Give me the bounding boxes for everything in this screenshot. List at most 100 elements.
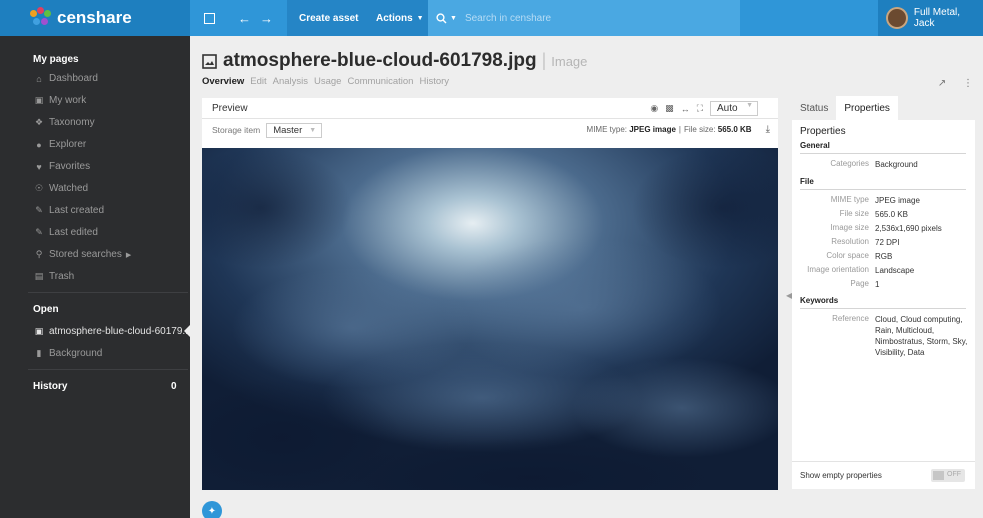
fit-width-icon[interactable]: ↔ — [681, 104, 690, 114]
property-row: Image size 2,536x1,690 pixels — [792, 223, 975, 234]
property-key: Reference — [832, 314, 869, 323]
keywords-group-title: Keywords — [800, 296, 966, 309]
brand-name: censhare — [57, 8, 132, 27]
tab-usage[interactable]: Usage — [314, 76, 341, 87]
search-placeholder: Search in censhare — [464, 12, 552, 24]
caret-right-icon: ▶ — [125, 251, 132, 259]
inbox-icon: ▣ — [34, 95, 44, 105]
sidebar-toggle-icon[interactable] — [204, 0, 215, 36]
storage-item-select[interactable]: Master ▼ — [266, 122, 323, 138]
tab-status[interactable]: Status — [792, 96, 836, 120]
preview-toolbar: ◉ ▩ ↔ ⛶ Auto ▼ — [650, 101, 758, 116]
sidebar-item-last-edited[interactable]: ✎ Last edited — [33, 227, 98, 238]
preview-header: Preview ◉ ▩ ↔ ⛶ Auto ▼ — [202, 98, 778, 119]
tab-history[interactable]: History — [419, 76, 449, 87]
property-value: RGB — [875, 252, 893, 261]
history-heading[interactable]: History — [33, 381, 67, 392]
sidebar-item-explorer[interactable]: ● Explorer — [33, 139, 86, 150]
create-asset-button[interactable]: Create asset — [287, 0, 371, 36]
forward-arrow-icon[interactable]: → — [260, 0, 273, 36]
tab-overview[interactable]: Overview — [202, 76, 244, 87]
tab-edit[interactable]: Edit — [250, 76, 266, 87]
mime-value: JPEG image — [629, 125, 676, 134]
edit-icon: ✎ — [35, 205, 43, 215]
search-input[interactable]: ▼ Search in censhare — [428, 0, 740, 36]
storage-value: Master — [273, 124, 303, 136]
property-row: Color space RGB — [792, 251, 975, 262]
property-row: Categories Background — [792, 159, 975, 170]
more-vertical-icon[interactable]: ⋮ — [963, 78, 973, 89]
user-name: Full Metal, Jack — [913, 7, 961, 29]
sidebar-item-dashboard[interactable]: ⌂ Dashboard — [33, 73, 98, 84]
zoom-select[interactable]: Auto ▼ — [710, 101, 758, 116]
property-row: MIME type JPEG image — [792, 195, 975, 206]
fit-image-icon[interactable]: ▩ — [665, 103, 674, 114]
view-eye-icon[interactable]: ◉ — [650, 103, 658, 114]
zoom-value: Auto — [717, 103, 738, 114]
preview-panel: Preview ◉ ▩ ↔ ⛶ Auto ▼ Storage item Mast… — [202, 98, 778, 490]
sidebar-item-my-work[interactable]: ▣ My work — [33, 95, 87, 106]
chevron-down-icon: ▼ — [416, 14, 424, 22]
asset-filename: atmosphere-blue-cloud-601798.jpg — [223, 50, 537, 71]
property-key: Image orientation — [807, 265, 869, 274]
sidebar-item-favorites[interactable]: ♥ Favorites — [33, 161, 90, 172]
tab-analysis[interactable]: Analysis — [273, 76, 308, 87]
property-key: Image size — [830, 223, 869, 232]
open-heading: Open — [33, 304, 59, 315]
search-icon: ⚲ — [35, 249, 43, 259]
my-pages-heading: My pages — [33, 54, 79, 65]
actions-menu-button[interactable]: Actions ▼ — [364, 0, 436, 36]
sidebar-item-trash[interactable]: ▤ Trash — [33, 271, 74, 282]
file-info: MIME type: JPEG image | File size: 565.0… — [587, 124, 770, 135]
property-key: Page — [850, 279, 869, 288]
actions-label: Actions — [376, 12, 413, 24]
censhare-logo-icon — [30, 7, 54, 29]
brand-logo[interactable]: censhare — [0, 0, 190, 36]
edit-icon: ✎ — [35, 227, 43, 237]
divider — [28, 292, 188, 293]
show-empty-toggle[interactable]: OFF — [931, 469, 965, 482]
property-value[interactable]: Background — [875, 159, 971, 170]
heart-icon: ♥ — [36, 161, 42, 172]
folder-icon: ▮ — [36, 348, 42, 358]
toggle-state: OFF — [947, 471, 961, 478]
property-value: Landscape — [875, 266, 915, 275]
main-content: atmosphere-blue-cloud-601798.jpg | Image… — [190, 36, 983, 518]
sidebar-item-stored-searches[interactable]: ⚲ Stored searches ▶ — [33, 249, 132, 260]
open-item-background[interactable]: ▮ Background — [33, 348, 103, 359]
image-icon: ▣ — [34, 326, 44, 336]
info-separator: | — [678, 125, 681, 134]
open-item-asset[interactable]: ▣ atmosphere-blue-cloud-60179... — [33, 326, 191, 337]
general-group-title: General — [800, 141, 966, 154]
pin-button[interactable]: ✦ — [202, 501, 222, 518]
sidebar: My pages ⌂ Dashboard ▣ My work ❖ Taxonomy ●… — [0, 36, 191, 518]
properties-panel: Status Properties Properties General Cat… — [792, 96, 975, 489]
filesize-value: 565.0 KB — [717, 125, 752, 134]
download-icon[interactable]: ⤓ — [766, 124, 770, 135]
chevron-down-icon: ▼ — [309, 126, 317, 134]
tab-communication[interactable]: Communication — [347, 76, 413, 87]
sidebar-item-last-created[interactable]: ✎ Last created — [33, 205, 104, 216]
sidebar-item-taxonomy[interactable]: ❖ Taxonomy — [33, 117, 95, 128]
property-value[interactable]: Cloud, Cloud computing, Rain, Multicloud… — [875, 314, 971, 358]
fullscreen-icon[interactable]: ⛶ — [697, 103, 703, 114]
user-menu[interactable]: Full Metal, Jack — [878, 0, 983, 36]
property-key: Categories — [830, 159, 869, 168]
property-value: 72 DPI — [875, 238, 900, 247]
sidebar-item-watched[interactable]: ☉ Watched — [33, 183, 88, 194]
compass-icon: ● — [36, 139, 42, 150]
toggle-knob — [933, 471, 944, 480]
back-arrow-icon[interactable]: ← — [238, 0, 251, 36]
preview-image[interactable] — [202, 148, 778, 490]
file-group-title: File — [800, 177, 966, 190]
properties-heading: Properties — [800, 126, 846, 137]
tab-properties[interactable]: Properties — [836, 96, 898, 120]
search-scope-chevron-icon[interactable]: ▼ — [450, 15, 457, 22]
trash-icon: ▤ — [34, 271, 44, 281]
filesize-label: File size: — [683, 125, 716, 134]
property-value: JPEG image — [875, 196, 920, 205]
expand-icon[interactable]: ↗ — [938, 78, 946, 89]
property-key: MIME type — [830, 195, 869, 204]
tag-icon: ❖ — [34, 117, 44, 127]
property-key: Color space — [826, 251, 869, 260]
